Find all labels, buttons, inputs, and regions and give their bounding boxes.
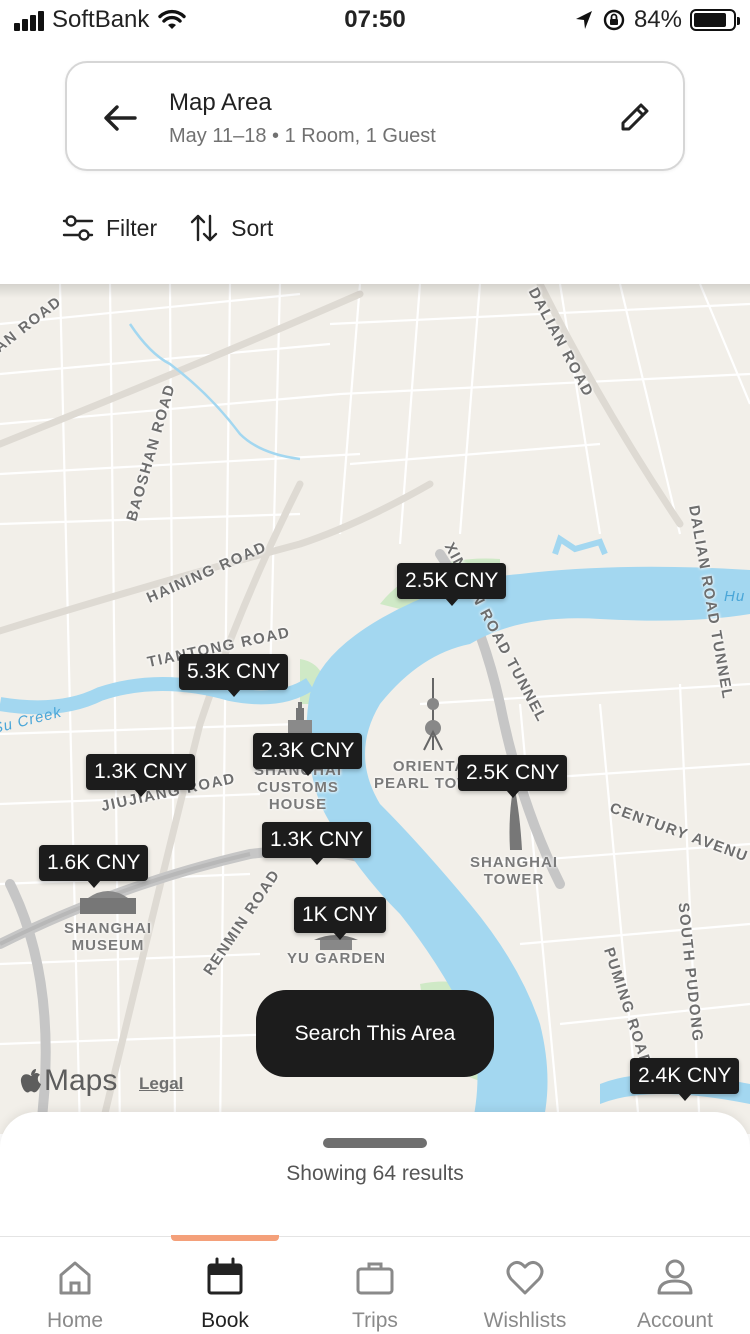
heart-icon [506, 1260, 544, 1295]
apple-maps-logo: Maps [20, 1064, 117, 1098]
legal-link[interactable]: Legal [139, 1074, 183, 1094]
location-arrow-icon [575, 11, 592, 29]
search-title: Map Area [169, 89, 272, 116]
poi-label-yu-garden: YU GARDEN [287, 950, 387, 967]
person-icon [657, 1259, 693, 1295]
filter-label: Filter [106, 214, 158, 241]
battery-percent: 84% [633, 6, 682, 33]
battery-icon [690, 9, 740, 31]
tab-home[interactable]: Home [0, 1237, 150, 1334]
filter-button[interactable]: Filter [62, 213, 157, 243]
poi-label-shanghai-tower: SHANGHAI TOWER [470, 854, 559, 888]
tab-book[interactable]: Book [150, 1235, 300, 1334]
tab-bar: Home Book Trips Wishlists Account [0, 1235, 750, 1334]
price-pin[interactable]: 2.5K CNY [397, 563, 507, 606]
arrow-left-icon[interactable] [97, 95, 143, 141]
filter-sort-toolbar: Filter Sort [62, 208, 273, 248]
results-count: Showing 64 results [286, 1162, 464, 1185]
sort-label: Sort [231, 214, 274, 241]
price-pin[interactable]: 2.3K CNY [253, 733, 363, 776]
sliders-icon [62, 215, 94, 241]
price-pin[interactable]: 1K CNY [294, 897, 386, 940]
tab-trips[interactable]: Trips [300, 1237, 450, 1334]
tab-label: Wishlists [483, 1309, 567, 1332]
price-pin[interactable]: 1.3K CNY [262, 822, 372, 865]
sort-arrows-icon [190, 214, 218, 242]
briefcase-icon [356, 1262, 394, 1295]
poi-label-customs-house: SHANGHAI CUSTOMS HOUSE [254, 762, 343, 813]
search-subtitle: May 11–18 • 1 Room, 1 Guest [169, 125, 436, 147]
apple-icon [20, 1069, 41, 1093]
calendar-icon [207, 1257, 243, 1295]
maps-brand-text: Maps [44, 1064, 118, 1097]
home-icon [59, 1261, 91, 1295]
sheet-grabber[interactable] [323, 1138, 427, 1148]
price-pin[interactable]: 2.5K CNY [458, 755, 568, 798]
pearl-tower-icon [423, 678, 443, 751]
tab-wishlists[interactable]: Wishlists [450, 1237, 600, 1334]
tab-label: Trips [352, 1309, 398, 1332]
tab-label: Book [201, 1309, 249, 1332]
price-pin[interactable]: 2.4K CNY [630, 1058, 740, 1101]
sort-button[interactable]: Sort [189, 212, 273, 244]
customs-house-icon [288, 702, 312, 734]
map-top-shadow [0, 284, 750, 298]
map-view[interactable]: AN ROAD BAOSHAN ROAD HAINING ROAD TIANTO… [0, 284, 750, 1134]
price-pin[interactable]: 5.3K CNY [179, 654, 289, 697]
rotation-lock-icon [603, 9, 625, 31]
museum-icon [80, 891, 136, 914]
poi-label-shanghai-museum: SHANGHAI MUSEUM [64, 920, 153, 954]
active-tab-indicator [171, 1235, 279, 1241]
price-pin[interactable]: 1.6K CNY [39, 845, 149, 888]
search-this-area-button[interactable]: Search This Area [256, 990, 494, 1077]
price-pin[interactable]: 1.3K CNY [86, 754, 196, 797]
tab-label: Home [46, 1309, 104, 1332]
results-sheet[interactable]: Showing 64 results [0, 1112, 750, 1236]
pencil-icon[interactable] [615, 97, 655, 137]
status-bar: SoftBank 07:50 84% [0, 0, 750, 42]
tab-account[interactable]: Account [600, 1237, 750, 1334]
water-label-river: Hu [724, 588, 746, 605]
search-summary-card[interactable]: Map Area May 11–18 • 1 Room, 1 Guest [65, 61, 685, 171]
tab-label: Account [637, 1309, 713, 1332]
battery-fill [694, 13, 726, 27]
